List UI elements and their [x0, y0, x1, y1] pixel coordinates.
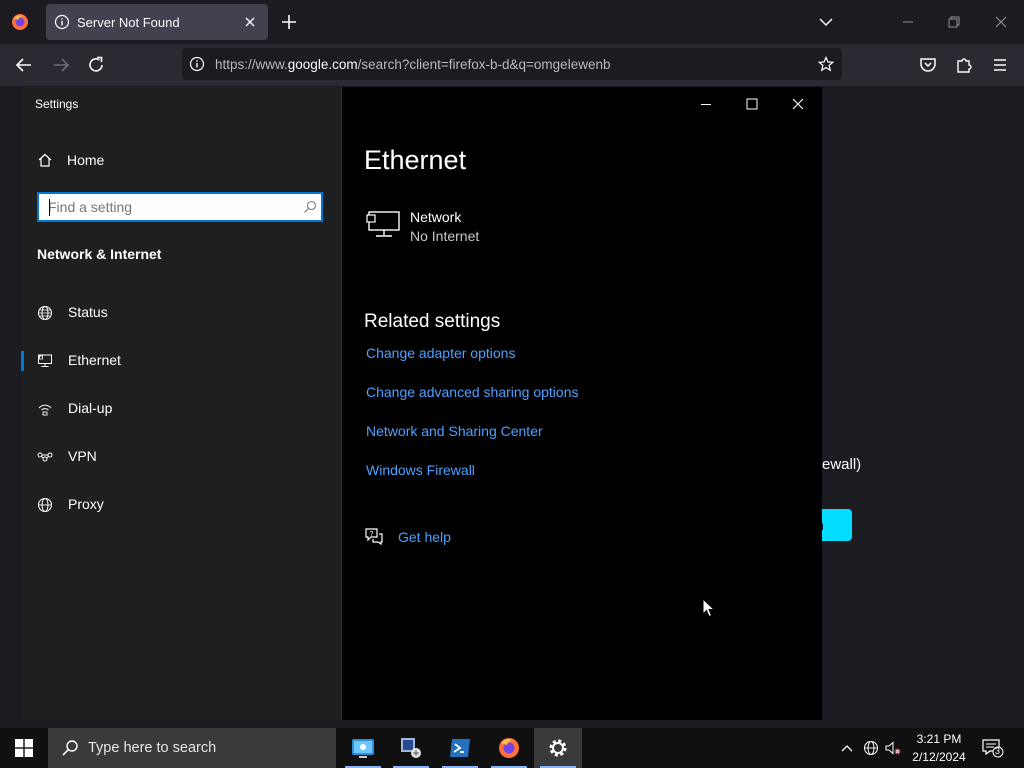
firefox-icon[interactable]	[10, 12, 30, 32]
sidebar-item-proxy[interactable]: Proxy	[21, 485, 341, 525]
forward-arrow-icon[interactable]	[51, 55, 71, 75]
change-adapter-options-link[interactable]: Change adapter options	[366, 345, 515, 361]
minimize-icon[interactable]	[698, 96, 714, 112]
browser-nav-bar: https://www.google.com/search?client=fir…	[0, 44, 1024, 86]
search-icon	[61, 739, 79, 757]
mouse-pointer-icon	[702, 598, 716, 618]
remote-desktop-icon	[351, 736, 375, 760]
network-status: No Internet	[410, 228, 480, 244]
section-title: Network & Internet	[37, 246, 162, 262]
sidebar-item-label: Status	[68, 304, 108, 320]
globe-icon	[37, 497, 53, 513]
bookmark-star-icon[interactable]	[818, 56, 834, 72]
settings-sidebar: Settings Home Network & Internet Status	[21, 87, 341, 720]
browser-tab-bar: Server Not Found	[0, 0, 1024, 44]
text-caret	[49, 199, 50, 216]
search-icon[interactable]	[303, 200, 317, 214]
close-window-icon[interactable]	[993, 14, 1009, 30]
sidebar-item-label: Dial-up	[68, 400, 113, 416]
home-label: Home	[67, 152, 105, 168]
network-globe-icon[interactable]	[863, 740, 879, 756]
back-arrow-icon[interactable]	[14, 55, 34, 75]
clock-time[interactable]: 3:21 PM	[912, 732, 966, 746]
reload-icon[interactable]	[86, 55, 106, 75]
dialup-icon	[37, 401, 53, 417]
page-button-fragment[interactable]: n	[822, 509, 852, 541]
chevron-down-icon[interactable]	[818, 14, 834, 30]
taskbar-search-box[interactable]: Type here to search	[48, 728, 336, 768]
svg-text:?: ?	[370, 531, 374, 538]
sidebar-item-ethernet[interactable]: Ethernet	[21, 341, 341, 381]
new-tab-plus-icon[interactable]	[280, 13, 298, 31]
tab-title: Server Not Found	[77, 15, 180, 30]
volume-muted-icon[interactable]	[885, 740, 901, 756]
globe-status-icon	[37, 305, 53, 321]
page-title: Ethernet	[364, 145, 467, 175]
hamburger-menu-icon[interactable]	[990, 55, 1010, 75]
close-window-icon[interactable]	[790, 96, 806, 112]
taskbar-app-powershell[interactable]	[436, 728, 484, 768]
sidebar-item-label: VPN	[68, 448, 97, 464]
settings-search-input[interactable]	[48, 198, 288, 216]
change-sharing-options-link[interactable]: Change advanced sharing options	[366, 384, 579, 400]
network-admin-icon	[399, 736, 423, 760]
taskbar-app-firefox[interactable]	[485, 728, 533, 768]
settings-search-box[interactable]	[37, 192, 323, 222]
maximize-icon[interactable]	[744, 96, 760, 112]
url-path: /search?client=firefox-b-d&q=omgelewenb	[357, 57, 611, 72]
clock-date[interactable]: 2/12/2024	[908, 750, 970, 764]
powershell-icon	[448, 736, 472, 760]
settings-gear-icon	[546, 736, 570, 760]
browser-tab-active[interactable]: Server Not Found	[46, 4, 268, 40]
extensions-puzzle-icon[interactable]	[954, 55, 974, 75]
site-info-icon[interactable]	[189, 56, 205, 72]
sidebar-item-status[interactable]: Status	[21, 293, 341, 333]
ethernet-network-icon[interactable]	[366, 210, 402, 238]
settings-window-title: Settings	[35, 97, 79, 111]
notification-center-icon[interactable]: 3	[982, 738, 1004, 758]
get-help-link[interactable]: Get help	[398, 529, 451, 545]
chevron-up-icon[interactable]	[839, 740, 855, 756]
taskbar-app-network-admin[interactable]	[387, 728, 435, 768]
windows-firewall-link[interactable]: Windows Firewall	[366, 462, 475, 478]
url-domain: google.com	[287, 57, 358, 72]
close-tab-icon[interactable]	[242, 14, 258, 30]
sidebar-item-dialup[interactable]: Dial-up	[21, 389, 341, 429]
firefox-icon	[497, 736, 521, 760]
url-text: https://www.google.com/search?client=fir…	[215, 57, 610, 72]
taskbar-app-settings[interactable]	[534, 728, 582, 768]
page-button-label: n	[822, 509, 824, 541]
url-bar[interactable]: https://www.google.com/search?client=fir…	[182, 48, 842, 80]
taskbar-app-remote-desktop[interactable]	[339, 728, 387, 768]
ethernet-monitor-icon	[37, 353, 53, 369]
notification-count: 3	[995, 746, 1001, 756]
vpn-icon	[37, 449, 53, 465]
sidebar-item-label: Ethernet	[68, 352, 121, 368]
restore-icon[interactable]	[946, 14, 962, 30]
selected-indicator	[21, 351, 24, 371]
settings-window: Settings Home Network & Internet Status	[21, 87, 822, 720]
sidebar-item-label: Proxy	[68, 496, 104, 512]
related-settings-heading: Related settings	[364, 311, 501, 332]
windows-start-icon[interactable]	[0, 728, 48, 768]
home-nav-item[interactable]: Home	[37, 149, 104, 171]
sidebar-item-vpn[interactable]: VPN	[21, 437, 341, 477]
windows-taskbar: Type here to search 3:21 PM 2/12/2024 3	[0, 728, 1024, 768]
taskbar-search-placeholder: Type here to search	[88, 740, 217, 756]
home-icon	[37, 152, 53, 168]
pocket-icon[interactable]	[918, 55, 938, 75]
network-name[interactable]: Network	[410, 209, 461, 225]
url-prefix: https://www.	[215, 57, 288, 72]
minimize-icon[interactable]	[900, 14, 916, 30]
info-icon	[54, 14, 70, 30]
help-chat-icon: ?	[364, 527, 384, 545]
network-sharing-center-link[interactable]: Network and Sharing Center	[366, 423, 543, 439]
settings-content-pane: Ethernet Network No Internet Related set…	[341, 87, 822, 720]
page-text-fragment: ewall)	[822, 456, 862, 473]
